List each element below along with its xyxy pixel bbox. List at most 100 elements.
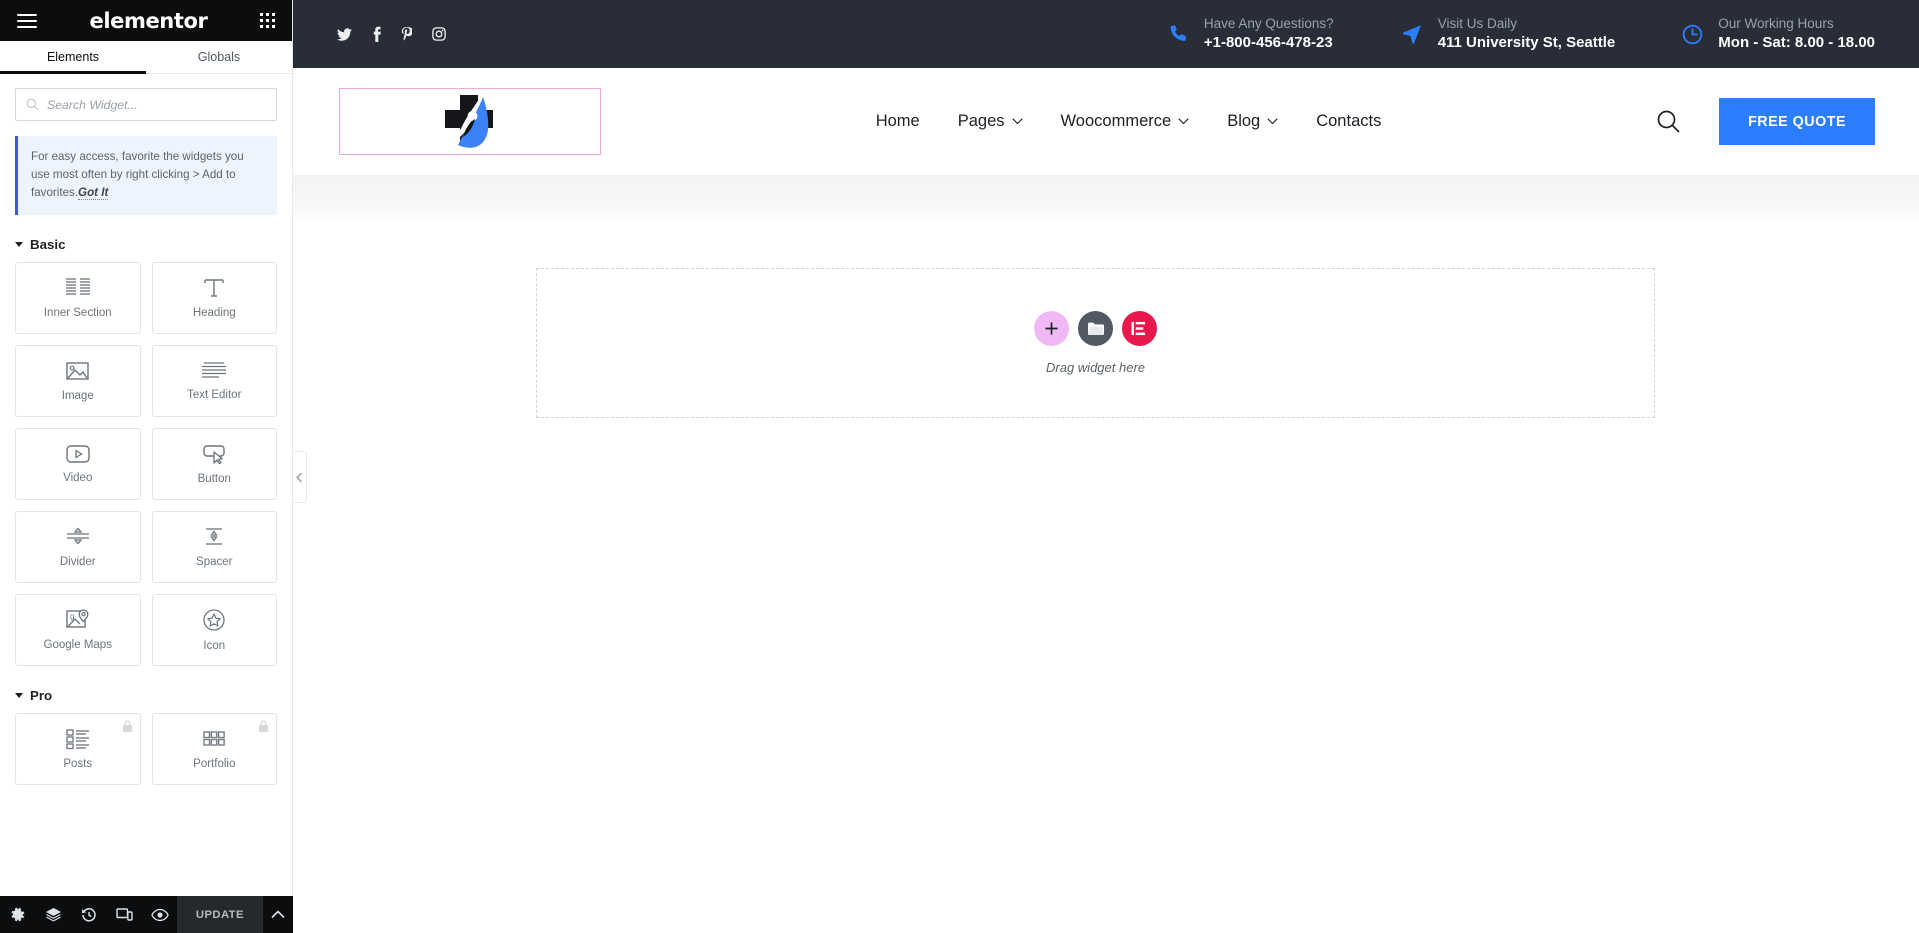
info-text: Have Any Questions? +1-800-456-478-23 bbox=[1204, 16, 1334, 53]
category-header-basic[interactable]: Basic bbox=[15, 237, 277, 252]
widget-dropzone[interactable]: Drag widget here bbox=[536, 268, 1655, 418]
widget-google-maps[interactable]: g Google Maps bbox=[15, 593, 141, 666]
update-button[interactable]: UPDATE bbox=[177, 896, 263, 933]
settings-gear-icon[interactable] bbox=[0, 896, 35, 933]
info-item-hours: Our Working Hours Mon - Sat: 8.00 - 18.0… bbox=[1681, 16, 1875, 53]
widget-icon[interactable]: Icon bbox=[151, 593, 277, 666]
nav-label: Woocommerce bbox=[1060, 112, 1172, 130]
widget-label: Divider bbox=[59, 555, 96, 568]
favorites-notice-text: For easy access, favorite the widgets yo… bbox=[31, 150, 244, 199]
folder-icon bbox=[1088, 322, 1104, 335]
nav-item-pages[interactable]: Pages bbox=[958, 112, 1023, 131]
category-label: Pro bbox=[30, 687, 53, 703]
panel-body: For easy access, favorite the widgets yo… bbox=[0, 74, 292, 933]
nav-item-contacts[interactable]: Contacts bbox=[1316, 112, 1381, 131]
widget-video[interactable]: Video bbox=[15, 427, 141, 500]
portfolio-grid-icon bbox=[203, 731, 226, 746]
widget-label: Heading bbox=[192, 306, 236, 319]
columns-icon bbox=[65, 278, 90, 295]
video-play-icon bbox=[66, 445, 90, 463]
spacer-arrows-icon bbox=[206, 528, 223, 545]
widget-text-editor[interactable]: Text Editor bbox=[151, 344, 277, 417]
widget-divider[interactable]: Divider bbox=[15, 510, 141, 583]
clock-icon bbox=[1681, 23, 1704, 46]
widget-label: Text Editor bbox=[187, 388, 242, 401]
text-lines-icon bbox=[202, 362, 227, 378]
chevron-up-icon[interactable] bbox=[262, 896, 293, 933]
chevron-left-icon bbox=[296, 471, 303, 483]
facebook-icon[interactable] bbox=[372, 26, 381, 43]
widget-spacer[interactable]: Spacer bbox=[151, 510, 277, 583]
info-label: Our Working Hours bbox=[1718, 15, 1834, 31]
elementor-editor: elementor Elements Globals For easy acce… bbox=[0, 0, 1919, 933]
dropzone-label: Drag widget here bbox=[1046, 360, 1145, 375]
apps-grid-icon[interactable] bbox=[259, 13, 275, 28]
widget-label: Inner Section bbox=[43, 306, 112, 319]
heading-t-icon bbox=[204, 279, 224, 297]
widget-inner-section[interactable]: Inner Section bbox=[15, 261, 141, 334]
search-widget-field[interactable] bbox=[15, 88, 277, 121]
site-topbar: Have Any Questions? +1-800-456-478-23 Vi… bbox=[293, 0, 1919, 68]
tab-globals[interactable]: Globals bbox=[146, 41, 292, 73]
widget-label: Button bbox=[197, 472, 231, 485]
panel-tabs: Elements Globals bbox=[0, 41, 292, 74]
image-icon bbox=[66, 362, 89, 380]
chevron-down-icon bbox=[1267, 118, 1278, 125]
site-header: Home Pages Woocommerce Blog Contacts FRE… bbox=[293, 68, 1919, 175]
elementor-ai-button[interactable] bbox=[1122, 311, 1157, 346]
phone-icon bbox=[1168, 23, 1190, 45]
chevron-down-icon bbox=[15, 692, 23, 698]
content-band bbox=[293, 175, 1919, 225]
location-arrow-icon bbox=[1400, 22, 1424, 46]
panel-footer-toolbar: UPDATE bbox=[0, 896, 293, 933]
pinterest-icon[interactable] bbox=[401, 26, 414, 42]
search-input[interactable] bbox=[47, 97, 266, 112]
template-library-button[interactable] bbox=[1078, 311, 1113, 346]
editor-panel: elementor Elements Globals For easy acce… bbox=[0, 0, 293, 933]
dropzone-buttons bbox=[1034, 311, 1157, 346]
widget-label: Icon bbox=[203, 639, 226, 652]
posts-list-icon bbox=[66, 729, 89, 750]
widget-grid-pro: Posts Portfolio bbox=[12, 712, 280, 785]
widget-grid-basic: Inner Section Heading Image Text Editor … bbox=[12, 261, 280, 666]
instagram-icon[interactable] bbox=[432, 27, 446, 41]
category-header-pro[interactable]: Pro bbox=[15, 688, 277, 703]
chevron-down-icon bbox=[15, 241, 23, 247]
info-value: 411 University St, Seattle bbox=[1437, 33, 1616, 51]
nav-item-home[interactable]: Home bbox=[876, 112, 920, 131]
twitter-icon[interactable] bbox=[337, 27, 352, 42]
add-section-button[interactable] bbox=[1034, 311, 1069, 346]
medical-cross-logo bbox=[445, 94, 493, 148]
header-search-icon[interactable] bbox=[1656, 109, 1681, 134]
panel-collapse-handle[interactable] bbox=[293, 451, 307, 503]
button-cursor-icon bbox=[203, 445, 225, 465]
widget-button[interactable]: Button bbox=[151, 427, 277, 500]
panel-header: elementor bbox=[0, 0, 292, 41]
logo-widget[interactable] bbox=[339, 88, 601, 155]
nav-label: Home bbox=[875, 112, 920, 130]
elementor-ai-icon bbox=[1131, 321, 1146, 336]
social-links bbox=[337, 26, 446, 43]
widget-image[interactable]: Image bbox=[15, 344, 141, 417]
nav-label: Blog bbox=[1227, 112, 1261, 130]
hamburger-icon[interactable] bbox=[17, 13, 37, 28]
tab-elements[interactable]: Elements bbox=[0, 41, 146, 74]
info-text: Our Working Hours Mon - Sat: 8.00 - 18.0… bbox=[1718, 16, 1875, 53]
nav-item-blog[interactable]: Blog bbox=[1227, 112, 1278, 131]
free-quote-button[interactable]: FREE QUOTE bbox=[1719, 98, 1875, 145]
preview-canvas: Have Any Questions? +1-800-456-478-23 Vi… bbox=[293, 0, 1919, 933]
main-navigation: Home Pages Woocommerce Blog Contacts bbox=[876, 112, 1382, 131]
nav-item-woocommerce[interactable]: Woocommerce bbox=[1061, 112, 1190, 131]
navigator-layers-icon[interactable] bbox=[35, 896, 70, 933]
widget-posts[interactable]: Posts bbox=[15, 712, 141, 785]
history-clock-icon[interactable] bbox=[71, 896, 106, 933]
widget-portfolio[interactable]: Portfolio bbox=[151, 712, 277, 785]
info-item-phone: Have Any Questions? +1-800-456-478-23 bbox=[1168, 16, 1334, 53]
favorites-notice: For easy access, favorite the widgets yo… bbox=[15, 136, 277, 215]
preview-eye-icon[interactable] bbox=[142, 896, 177, 933]
got-it-link[interactable]: Got It bbox=[78, 185, 109, 200]
info-item-address: Visit Us Daily 411 University St, Seattl… bbox=[1400, 16, 1616, 53]
chevron-down-icon bbox=[1178, 118, 1189, 125]
widget-heading[interactable]: Heading bbox=[151, 261, 277, 334]
responsive-devices-icon[interactable] bbox=[106, 896, 141, 933]
